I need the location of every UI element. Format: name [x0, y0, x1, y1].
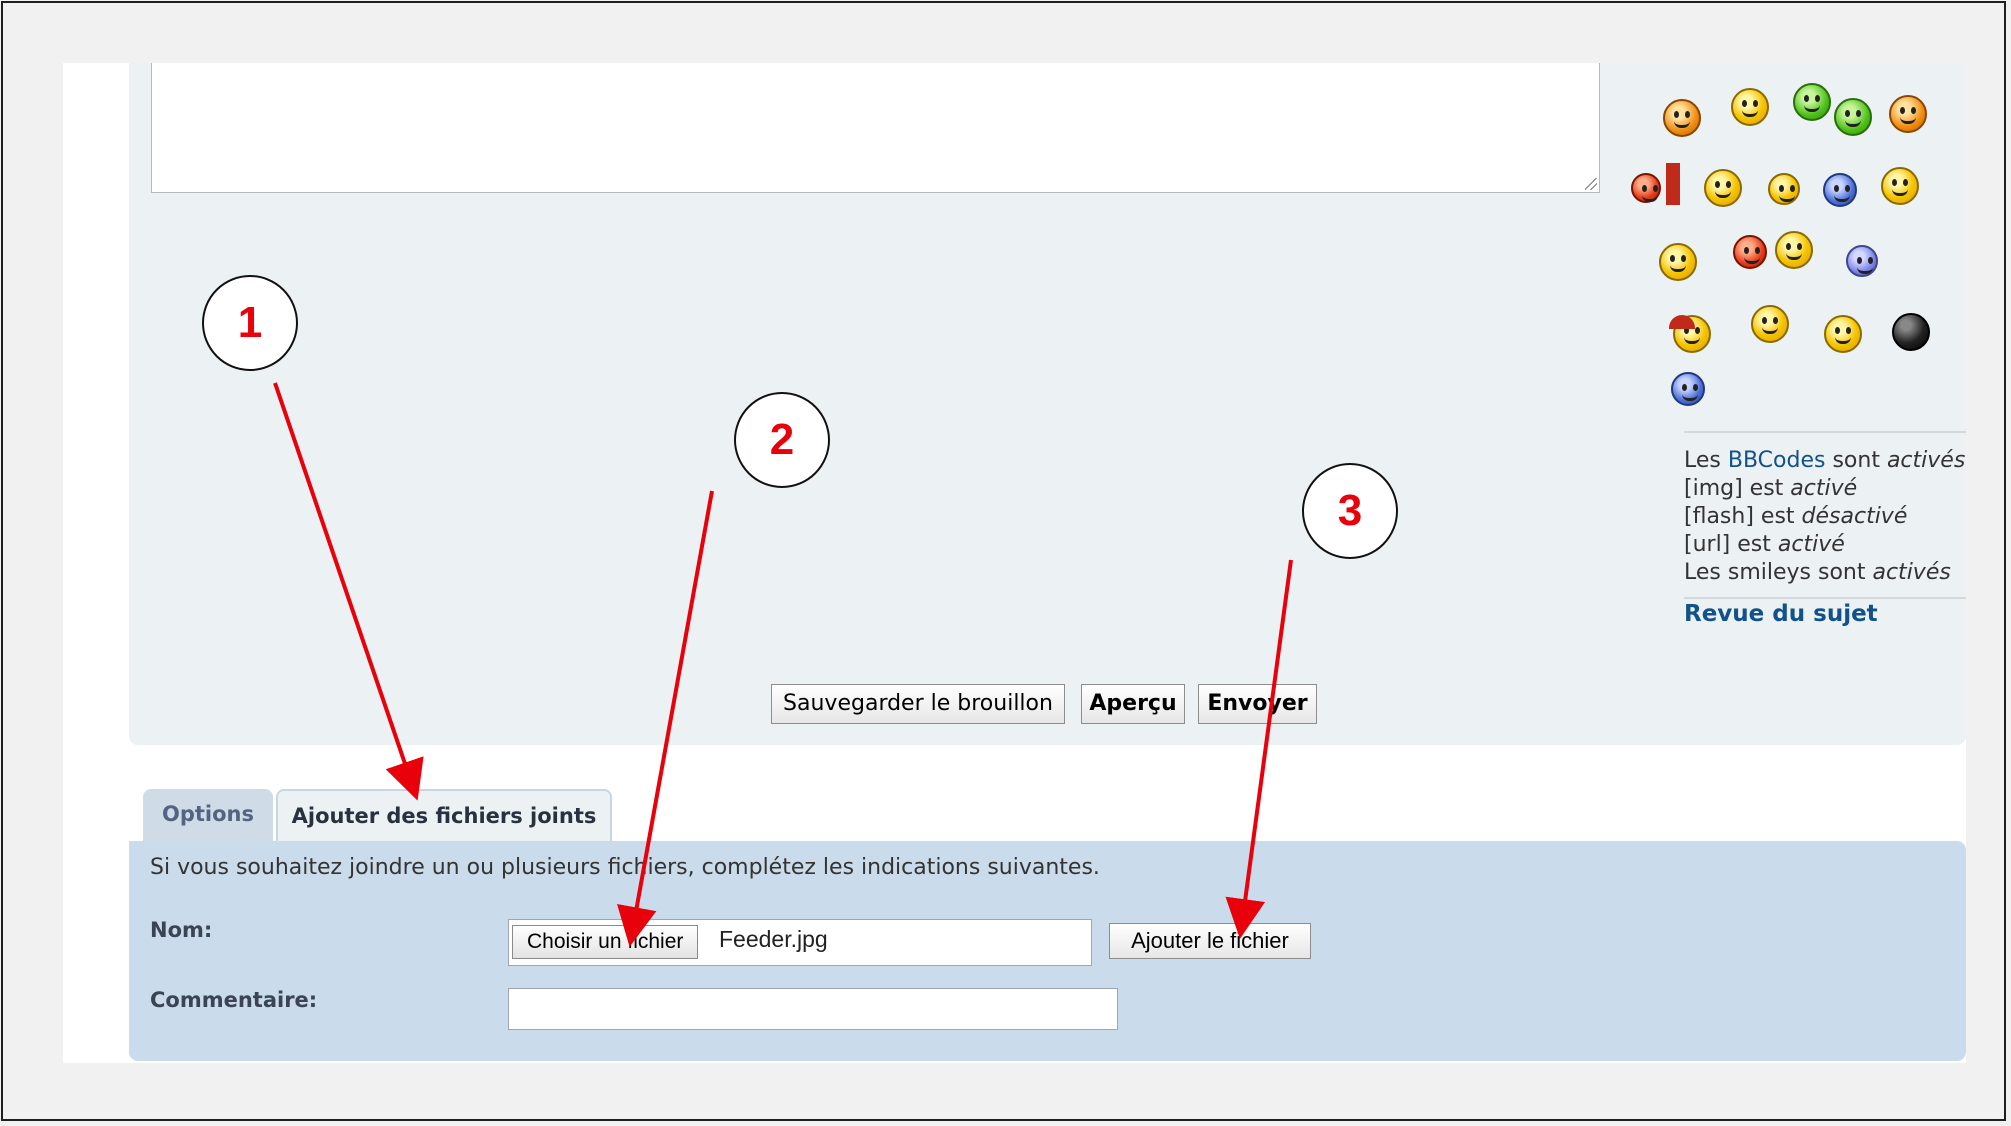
arrow-2 [617, 490, 714, 947]
arrow-3 [1225, 559, 1293, 939]
callout-2: 2 [734, 392, 830, 488]
screenshot-frame: Les BBCodes sont activés [img] est activ… [1, 1, 2006, 1121]
annotation-arrows [273, 382, 1293, 947]
callout-3: 3 [1302, 463, 1398, 559]
callout-1: 1 [202, 275, 298, 371]
arrow-1 [273, 382, 424, 801]
